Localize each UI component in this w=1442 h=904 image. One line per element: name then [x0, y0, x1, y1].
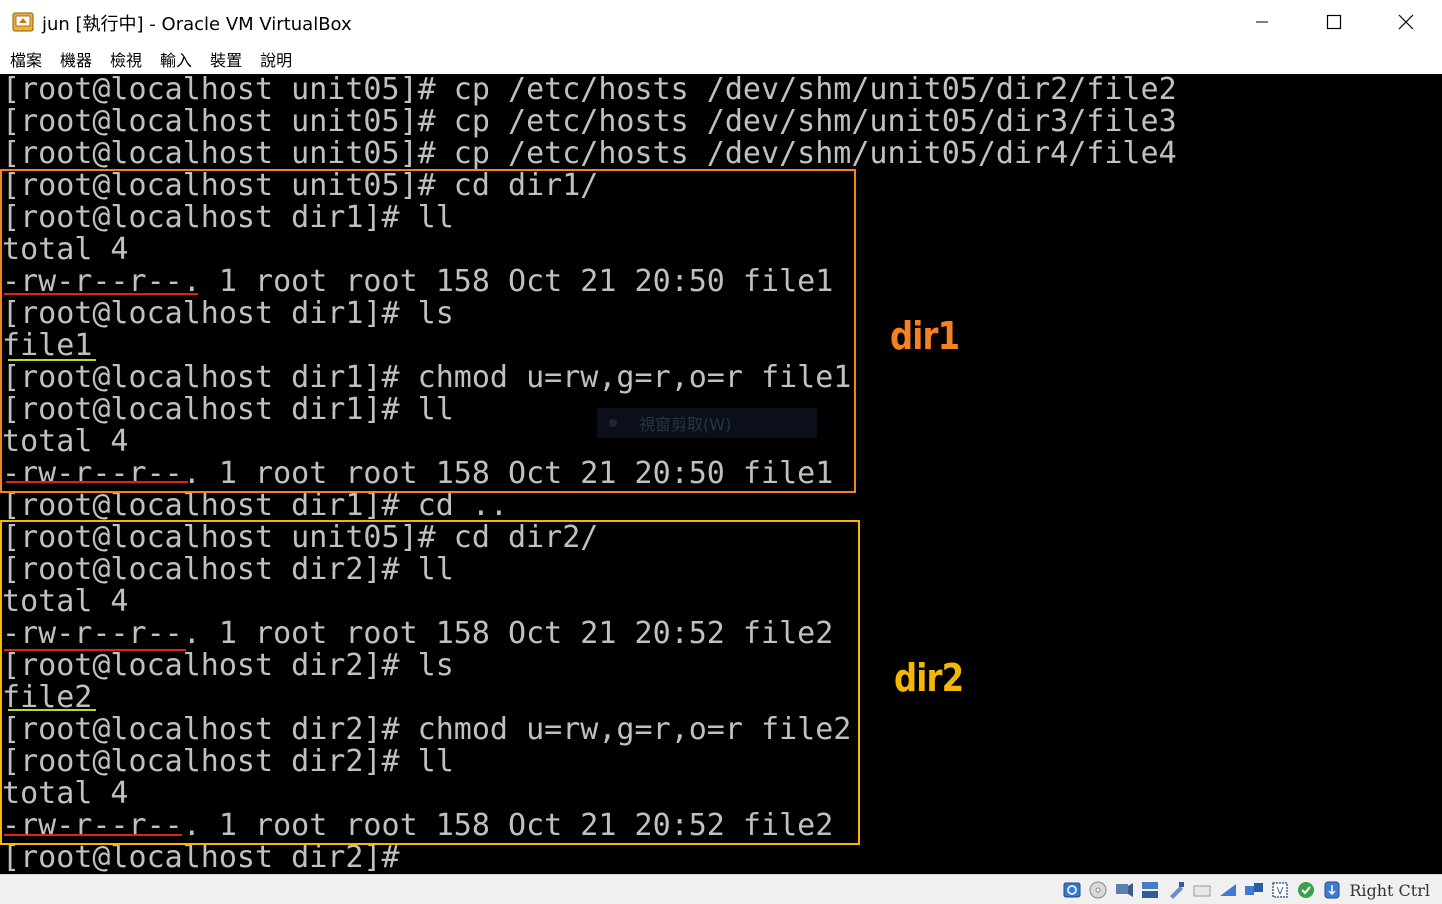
minimize-button[interactable]: [1226, 0, 1298, 44]
status-bar: V Right Ctrl: [0, 874, 1442, 904]
menu-view[interactable]: 檢視: [110, 47, 142, 71]
filename-underline: [8, 359, 96, 361]
display-icon[interactable]: [1217, 879, 1239, 901]
menu-help[interactable]: 說明: [260, 47, 292, 71]
terminal-line: [root@localhost dir2]#: [2, 840, 400, 874]
video-capture-icon[interactable]: [1243, 879, 1265, 901]
permission-underline: [6, 481, 188, 483]
hard-disk-icon[interactable]: [1061, 879, 1083, 901]
title-bar: jun [執行中] - Oracle VM VirtualBox: [0, 0, 1442, 44]
network-icon[interactable]: [1139, 879, 1161, 901]
menu-input[interactable]: 輸入: [160, 47, 192, 71]
svg-text:V: V: [1277, 886, 1284, 897]
filename-underline: [8, 709, 96, 711]
permission-underline: [4, 649, 186, 651]
menu-machine[interactable]: 機器: [60, 47, 92, 71]
permission-underline: [4, 293, 198, 295]
menu-bar: 檔案 機器 檢視 輸入 裝置 說明: [0, 44, 1442, 74]
window-title: jun [執行中] - Oracle VM VirtualBox: [42, 14, 352, 35]
close-button[interactable]: [1370, 0, 1442, 44]
status-icons: V Right Ctrl: [1057, 879, 1430, 901]
dir2-highlight-box: [0, 520, 860, 845]
menu-devices[interactable]: 裝置: [210, 47, 242, 71]
guest-additions-icon[interactable]: [1295, 879, 1317, 901]
maximize-button[interactable]: [1298, 0, 1370, 44]
permission-underline: [4, 834, 182, 836]
mouse-integration-icon[interactable]: [1321, 879, 1343, 901]
terminal-line: [root@localhost unit05]# cp /etc/hosts /…: [2, 104, 1177, 139]
dir1-highlight-box: [0, 169, 856, 493]
host-key-label[interactable]: Right Ctrl: [1349, 881, 1430, 900]
virtualbox-app-icon: [12, 10, 36, 34]
usb-icon[interactable]: [1165, 879, 1187, 901]
audio-icon[interactable]: [1113, 879, 1135, 901]
menu-file[interactable]: 檔案: [10, 47, 42, 71]
terminal-line: [root@localhost unit05]# cp /etc/hosts /…: [2, 136, 1177, 171]
cpu-vt-icon[interactable]: V: [1269, 879, 1291, 901]
optical-drive-icon[interactable]: [1087, 879, 1109, 901]
terminal-line: [root@localhost unit05]# cp /etc/hosts /…: [2, 74, 1177, 107]
dir2-annotation: dir2: [894, 656, 964, 700]
vm-console[interactable]: [root@localhost unit05]# cp /etc/hosts /…: [0, 74, 1442, 874]
shared-folders-icon[interactable]: [1191, 879, 1213, 901]
dir1-annotation: dir1: [890, 314, 960, 358]
terminal-line: [root@localhost dir1]# cd ..: [2, 488, 509, 523]
